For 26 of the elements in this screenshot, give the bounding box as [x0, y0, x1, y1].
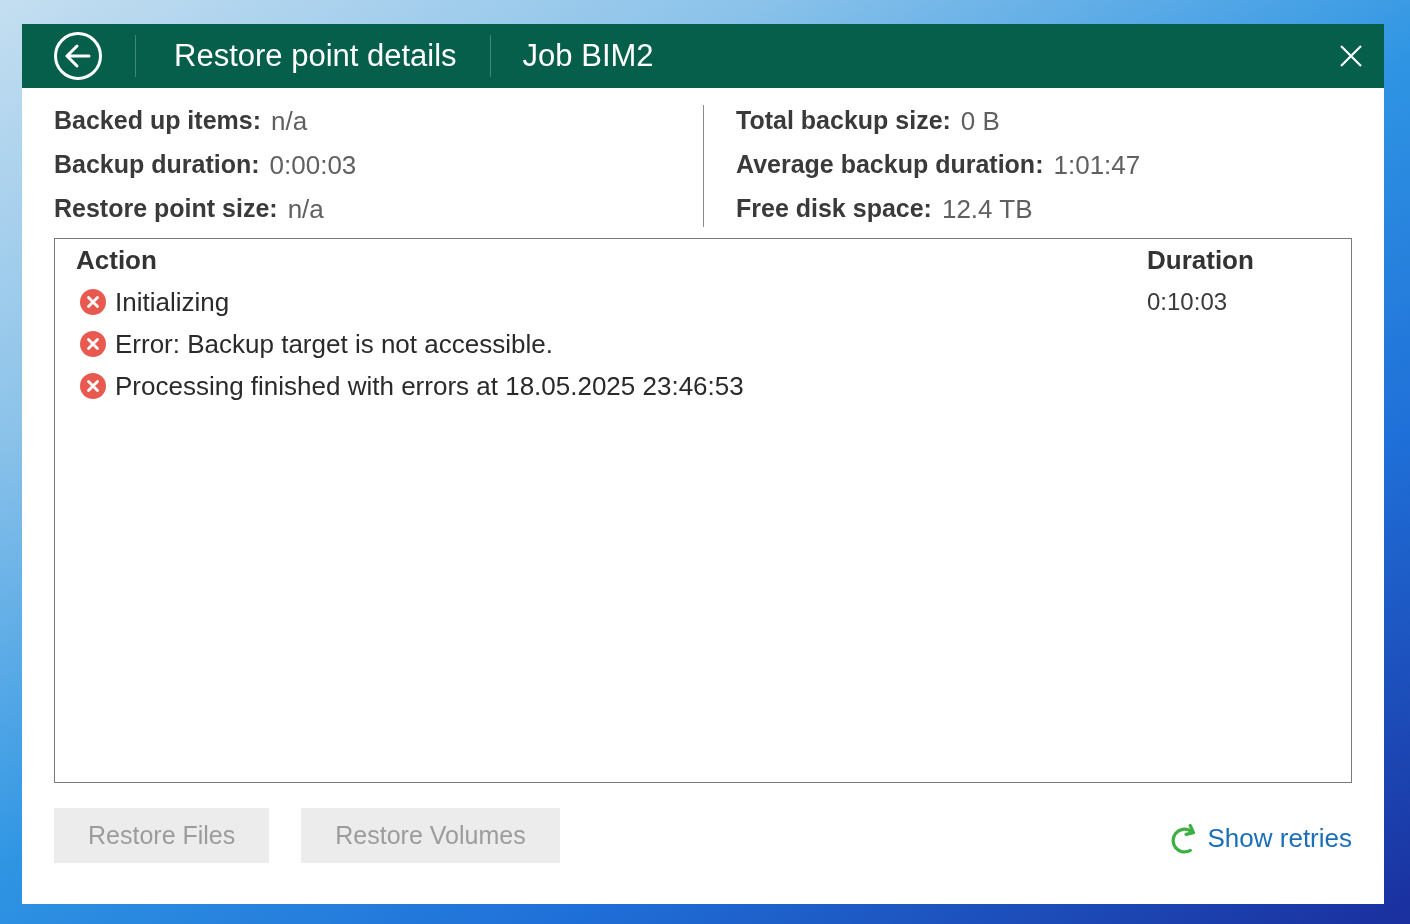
action-text: Error: Backup target is not accessible.	[115, 327, 553, 361]
summary-label: Free disk space:	[736, 193, 932, 225]
column-header: Action	[76, 243, 157, 277]
column-header: Duration	[1147, 243, 1254, 277]
summary-label: Average backup duration:	[736, 149, 1044, 181]
summary-value: n/a	[287, 192, 324, 226]
summary-label: Total backup size:	[736, 105, 951, 137]
job-name: Job BIM2	[522, 36, 654, 75]
back-icon	[54, 32, 102, 80]
close-icon	[1340, 45, 1362, 67]
action-text: Processing finished with errors at 18.05.2025 23:46:53	[115, 369, 744, 403]
summary-value: n/a	[271, 104, 308, 138]
dialog-title: Restore point details	[174, 36, 457, 75]
refresh-icon	[1169, 823, 1198, 854]
summary-label: Backed up items:	[54, 105, 261, 137]
show-retries-link[interactable]: Show retries	[1169, 819, 1352, 858]
summary-value: 12.4 TB	[941, 192, 1033, 226]
summary-label: Restore point size:	[54, 193, 278, 225]
summary-value: 1:01:47	[1053, 148, 1141, 182]
duration-text: 0:10:03	[1147, 287, 1228, 317]
summary-value: 0 B	[960, 104, 1000, 138]
close-button[interactable]	[1340, 45, 1362, 67]
summary-label: Backup duration:	[54, 149, 260, 181]
action-text: Initializing	[115, 285, 230, 319]
summary-value: 0:00:03	[269, 148, 357, 182]
back-button[interactable]	[54, 32, 102, 80]
